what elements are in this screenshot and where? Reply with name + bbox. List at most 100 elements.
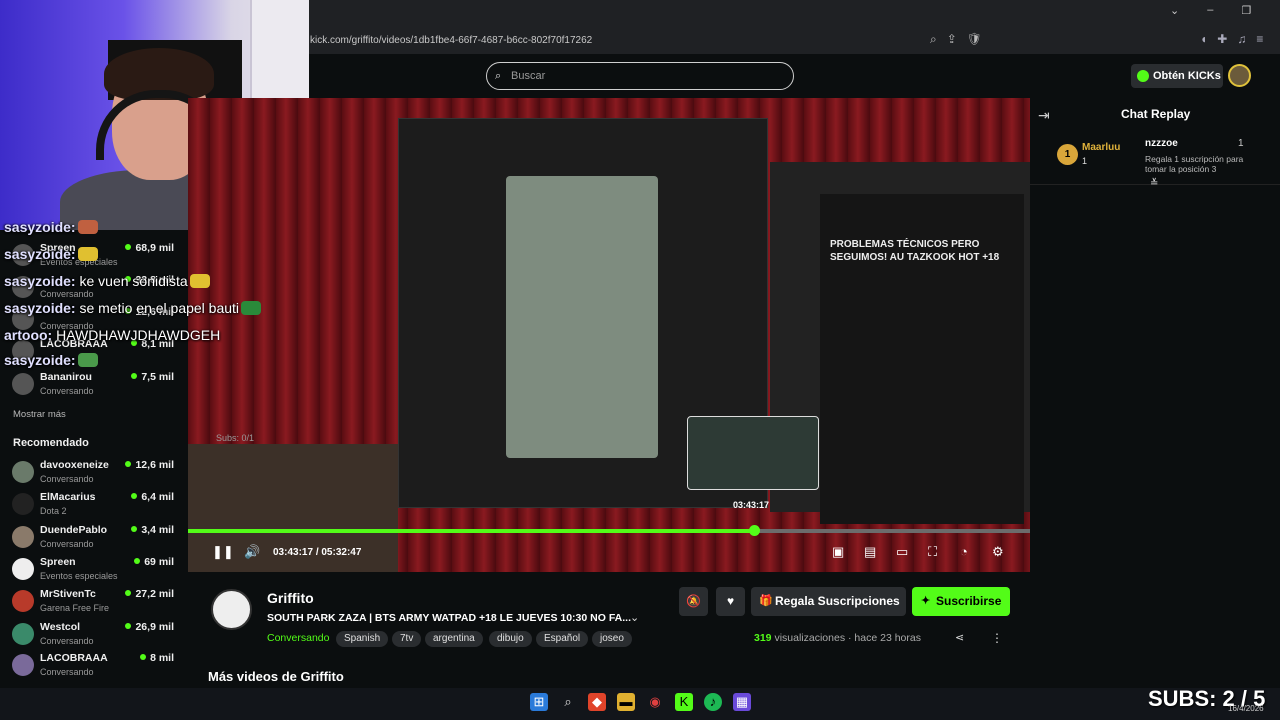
- show-more-link[interactable]: Mostrar más: [13, 409, 66, 420]
- sidebar-channel[interactable]: LACOBRAAA Conversando 8 mil: [12, 652, 184, 682]
- tag[interactable]: Español: [536, 631, 589, 647]
- zoom-icon[interactable]: ⌕: [930, 32, 937, 47]
- stream-title: SOUTH PARK ZAZA | BTS ARMY WATPAD +18 LE…: [267, 612, 631, 624]
- gift-subs-button[interactable]: 🎁 Regala Suscripciones: [751, 587, 906, 616]
- channel-viewers: 7,5 mil: [131, 371, 174, 383]
- playback-speed-icon[interactable]: ◔: [960, 544, 968, 559]
- volume-icon[interactable]: 🔊: [244, 544, 260, 560]
- notification-off-icon[interactable]: 🔕: [679, 587, 708, 616]
- channel-avatar[interactable]: [211, 589, 252, 630]
- window-controls: ⌄ – ❐ ✕: [1170, 4, 1280, 17]
- more-options-icon[interactable]: ⋮: [991, 631, 1003, 645]
- app-grid-icon[interactable]: ▦: [733, 693, 751, 711]
- share-icon[interactable]: ⋖: [955, 631, 964, 644]
- channel-avatar: [12, 623, 34, 645]
- taskbar-date: 16/4/2026: [1228, 704, 1264, 713]
- search-icon: ⌕: [495, 70, 502, 82]
- tag[interactable]: Spanish: [336, 631, 389, 647]
- channel-name: DuendePablo: [40, 524, 108, 536]
- search-icon[interactable]: ⌕: [559, 693, 577, 711]
- share-icon[interactable]: ⇪: [947, 32, 957, 47]
- sidebar-channel[interactable]: DuendePablo Conversando 3,4 mil: [12, 524, 184, 554]
- channel-avatar: [12, 493, 34, 515]
- minimize-icon[interactable]: –: [1207, 4, 1213, 17]
- restore-icon[interactable]: ❐: [1241, 4, 1251, 17]
- channel-viewers: 8 mil: [140, 652, 174, 664]
- music-icon[interactable]: ♫: [1237, 32, 1246, 46]
- brave-browser-icon[interactable]: ◆: [588, 693, 606, 711]
- user-avatar[interactable]: [1228, 64, 1251, 87]
- channel-category: Dota 2: [40, 506, 67, 516]
- gifter-count: 1: [1082, 156, 1088, 166]
- stream-category[interactable]: Conversando: [267, 632, 329, 644]
- expand-leaderboard-icon[interactable]: ≚: [1150, 178, 1158, 189]
- overlay-chat-message: sasyzoide:: [4, 246, 98, 262]
- audio-icon[interactable]: ◖: [1200, 32, 1207, 46]
- menu-icon[interactable]: ≡: [1256, 32, 1263, 46]
- search-input[interactable]: ⌕ Buscar: [486, 62, 794, 90]
- player-controls: ❚❚ 🔊 03:43:17 / 05:32:47 ▣ ▤ ▭ ⛶ ◔ ⚙: [188, 542, 1030, 566]
- puzzle-icon[interactable]: ✚: [1217, 32, 1227, 46]
- url-bar-icons: ⌕ ⇪ 🛡: [930, 32, 982, 47]
- channel-viewers: 12,6 mil: [125, 459, 174, 471]
- gifter-count: 1: [1238, 138, 1244, 149]
- tag[interactable]: joseo: [592, 631, 632, 647]
- channel-avatar: [12, 461, 34, 483]
- overlay-chat-user: sasyzoide:: [4, 219, 76, 235]
- subscribe-button[interactable]: ✦ Suscribirse: [912, 587, 1010, 616]
- channel-name: Spreen: [40, 556, 76, 568]
- collapse-chat-icon[interactable]: ⇥: [1038, 107, 1050, 124]
- chevron-down-icon[interactable]: ⌄: [630, 611, 639, 624]
- gear-icon[interactable]: ⚙: [992, 544, 1004, 560]
- tag[interactable]: dibujo: [489, 631, 532, 647]
- kick-app-icon[interactable]: K: [675, 693, 693, 711]
- sidebar-channel[interactable]: ElMacarius Dota 2 6,4 mil: [12, 491, 184, 521]
- brave-shield-icon[interactable]: 🛡: [967, 32, 982, 47]
- overlay-chat-message: sasyzoide: ke vuen sonidista: [4, 273, 210, 289]
- get-kicks-button[interactable]: Obtén KICKs: [1131, 64, 1223, 88]
- channel-name: MrStivenTc: [40, 588, 96, 600]
- sidebar-channel[interactable]: Westcol Conversando 26,9 mil: [12, 621, 184, 651]
- heart-icon[interactable]: ♥: [716, 587, 745, 616]
- chat-title: Chat Replay: [1121, 107, 1191, 121]
- progress-bar[interactable]: [188, 525, 1030, 536]
- video-player[interactable]: PROBLEMAS TÉCNICOS PERO SEGUIMOS! AU TAZ…: [188, 98, 1030, 572]
- channel-viewers: 69 mil: [134, 556, 174, 568]
- channel-category: Conversando: [40, 386, 94, 396]
- chevron-down-icon[interactable]: ⌄: [1170, 4, 1179, 17]
- search-placeholder: Buscar: [511, 70, 546, 82]
- emote-icon: [189, 274, 210, 288]
- tag[interactable]: 7tv: [392, 631, 422, 647]
- video-chat-screenshot: [506, 176, 658, 458]
- spotify-icon[interactable]: ♪: [704, 693, 722, 711]
- fullscreen-icon[interactable]: ⛶: [928, 544, 937, 560]
- channel-name[interactable]: Griffito: [267, 590, 314, 606]
- channel-category: Conversando: [40, 289, 94, 299]
- sidebar-channel[interactable]: Spreen Eventos especiales 69 mil: [12, 556, 184, 586]
- channel-category: Conversando: [40, 474, 94, 484]
- overlay-chat-message: sasyzoide:: [4, 352, 98, 368]
- app-icon[interactable]: ◉: [646, 693, 664, 711]
- windows-start-icon[interactable]: ⊞: [530, 693, 548, 711]
- tag[interactable]: argentina: [425, 631, 483, 647]
- channel-category: Conversando: [40, 667, 94, 677]
- sidebar-channel[interactable]: davooxeneize Conversando 12,6 mil: [12, 459, 184, 489]
- pause-icon[interactable]: ❚❚: [212, 544, 234, 560]
- overlay-chat-text: ke vuen sonidista: [79, 273, 188, 289]
- file-explorer-icon[interactable]: ▬: [617, 693, 635, 711]
- chat-panel: [1030, 98, 1280, 720]
- channel-avatar: [12, 558, 34, 580]
- rank-badge: 1: [1057, 144, 1078, 165]
- url-bar[interactable]: kick.com/griffito/videos/1db1fbe4-66f7-4…: [300, 30, 1000, 52]
- emote-icon: [77, 247, 98, 261]
- channel-viewers: 3,4 mil: [131, 524, 174, 536]
- seek-preview-time: 03:43:17: [733, 500, 770, 510]
- sidebar-channel[interactable]: Bananirou Conversando 7,5 mil: [12, 371, 184, 401]
- get-kicks-label: Obtén KICKs: [1153, 70, 1221, 82]
- overlay-chat-text: se metio en el papel bauti: [79, 300, 240, 316]
- sidebar-channel[interactable]: MrStivenTc Garena Free Fire 27,2 mil: [12, 588, 184, 618]
- overlay-chat-text: HAWDHAWJDHAWDGEH: [56, 327, 221, 343]
- miniplayer-icon[interactable]: ▭: [896, 544, 908, 560]
- theater-icon[interactable]: ▤: [864, 544, 876, 560]
- clip-icon[interactable]: ▣: [832, 544, 844, 560]
